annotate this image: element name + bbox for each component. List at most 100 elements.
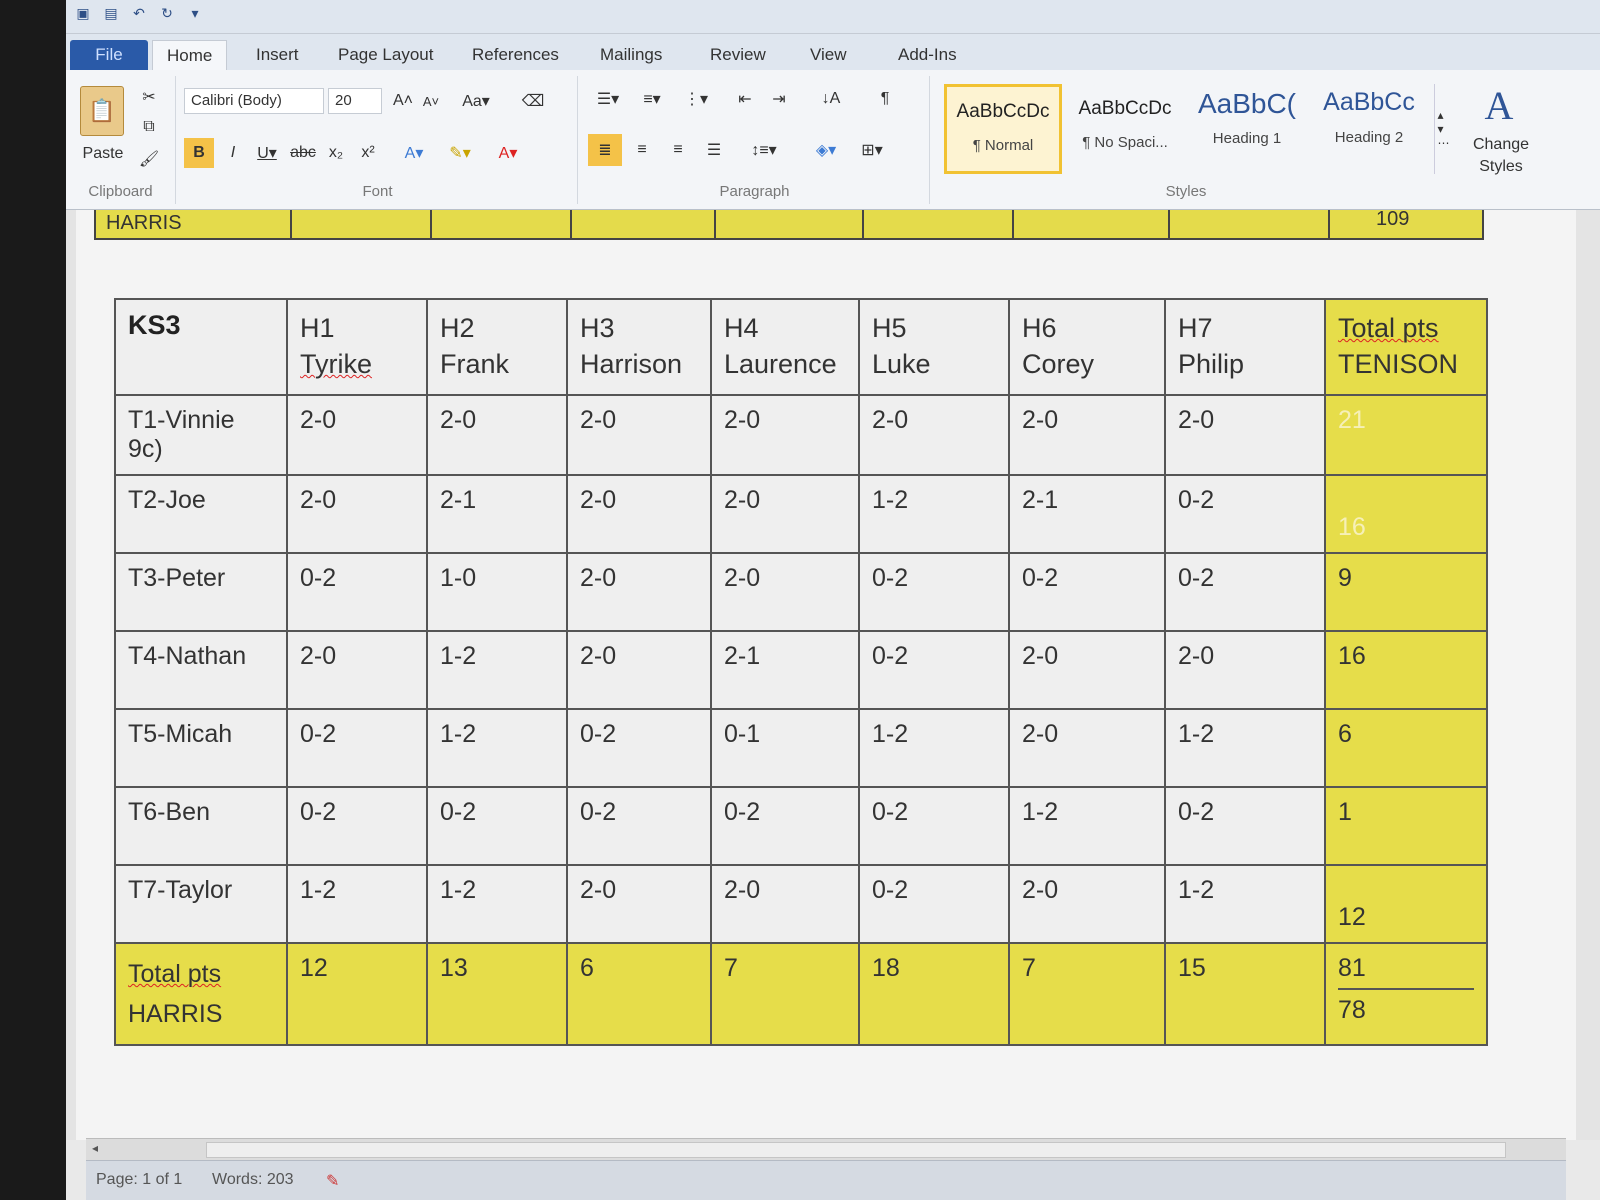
row-total-cell[interactable]: 1: [1324, 786, 1488, 866]
row-total-cell[interactable]: 21: [1324, 394, 1488, 476]
score-cell[interactable]: 0-2: [710, 786, 860, 866]
multilevel-list-icon[interactable]: ⋮▾: [676, 84, 716, 114]
score-cell[interactable]: 2-1: [426, 474, 568, 554]
score-cell[interactable]: 0-2: [858, 630, 1010, 710]
subscript-icon[interactable]: x₂: [322, 138, 350, 168]
shading-icon[interactable]: ◈▾: [806, 134, 846, 166]
score-cell[interactable]: 2-0: [710, 394, 860, 476]
harris-total-cell[interactable]: 13: [426, 942, 568, 1046]
change-styles-label-1[interactable]: Change: [1456, 134, 1546, 156]
tab-file[interactable]: File: [70, 40, 148, 70]
row-total-cell[interactable]: 12: [1324, 864, 1488, 944]
score-cell[interactable]: 2-1: [710, 630, 860, 710]
tab-page-layout[interactable]: Page Layout: [324, 40, 447, 70]
shrink-font-icon[interactable]: A˅: [418, 88, 444, 114]
header-h1[interactable]: H1 Tyrike: [286, 298, 428, 396]
decrease-indent-icon[interactable]: ⇤: [730, 84, 760, 114]
align-left-icon[interactable]: ≣: [588, 134, 622, 166]
harris-total-cell[interactable]: 7: [1008, 942, 1166, 1046]
score-cell[interactable]: 1-2: [858, 708, 1010, 788]
style-no-spacing[interactable]: AaBbCcDc ¶ No Spaci...: [1066, 84, 1184, 174]
score-cell[interactable]: 2-0: [426, 394, 568, 476]
score-cell[interactable]: 0-2: [1008, 552, 1166, 632]
score-cell[interactable]: 2-0: [1008, 394, 1166, 476]
score-cell[interactable]: 2-0: [1164, 630, 1326, 710]
score-cell[interactable]: 2-0: [710, 864, 860, 944]
borders-icon[interactable]: ⊞▾: [852, 134, 892, 166]
score-cell[interactable]: 2-0: [286, 394, 428, 476]
horizontal-scrollbar[interactable]: ◂: [86, 1138, 1566, 1160]
score-cell[interactable]: 0-2: [426, 786, 568, 866]
score-cell[interactable]: 0-2: [858, 786, 1010, 866]
tab-add-ins[interactable]: Add-Ins: [884, 40, 971, 70]
bold-icon[interactable]: B: [184, 138, 214, 168]
change-styles-label-2[interactable]: Styles: [1456, 156, 1546, 178]
table-corner-cell[interactable]: KS3: [114, 298, 288, 396]
document-page[interactable]: HARRIS 109 KS3 H1 Tyrike H2 Frank H3 Harris…: [76, 208, 1576, 1140]
grow-font-icon[interactable]: A˄: [390, 88, 416, 114]
row-label[interactable]: T5-Micah: [114, 708, 288, 788]
score-cell[interactable]: 0-1: [710, 708, 860, 788]
increase-indent-icon[interactable]: ⇥: [764, 84, 794, 114]
score-cell[interactable]: 2-0: [566, 552, 712, 632]
text-effects-icon[interactable]: A▾: [394, 138, 434, 168]
header-h7[interactable]: H7 Philip: [1164, 298, 1326, 396]
tab-mailings[interactable]: Mailings: [586, 40, 676, 70]
superscript-icon[interactable]: x²: [354, 138, 382, 168]
style-heading-1[interactable]: AaBbC( Heading 1: [1188, 84, 1306, 174]
harris-total-cell[interactable]: 18: [858, 942, 1010, 1046]
font-name-select[interactable]: Calibri (Body): [184, 88, 324, 114]
score-cell[interactable]: 0-2: [566, 786, 712, 866]
numbering-icon[interactable]: ≡▾: [632, 84, 672, 114]
score-cell[interactable]: 0-2: [1164, 552, 1326, 632]
font-color-icon[interactable]: A▾: [488, 138, 528, 168]
change-case-icon[interactable]: Aa▾: [458, 88, 494, 114]
score-cell[interactable]: 2-0: [858, 394, 1010, 476]
row-label[interactable]: T7-Taylor: [114, 864, 288, 944]
harris-total-cell[interactable]: 12: [286, 942, 428, 1046]
header-h4[interactable]: H4 Laurence: [710, 298, 860, 396]
proofing-icon[interactable]: ✎: [326, 1171, 339, 1191]
undo-icon[interactable]: ↶: [130, 4, 148, 22]
line-spacing-icon[interactable]: ↕≡▾: [744, 134, 784, 166]
bullets-icon[interactable]: ☰▾: [588, 84, 628, 114]
score-cell[interactable]: 1-2: [426, 708, 568, 788]
tab-references[interactable]: References: [458, 40, 573, 70]
row-total-cell[interactable]: 16: [1324, 474, 1488, 554]
row-total-cell[interactable]: 6: [1324, 708, 1488, 788]
score-cell[interactable]: 2-0: [1164, 394, 1326, 476]
harris-total-cell[interactable]: 7: [710, 942, 860, 1046]
font-size-select[interactable]: 20: [328, 88, 382, 114]
format-painter-icon[interactable]: 🖌: [138, 148, 160, 170]
score-cell[interactable]: 2-1: [1008, 474, 1166, 554]
change-styles-icon[interactable]: A: [1464, 80, 1534, 130]
score-cell[interactable]: 2-0: [1008, 708, 1166, 788]
total-harris-label[interactable]: Total pts HARRIS: [114, 942, 288, 1046]
score-cell[interactable]: 2-0: [566, 474, 712, 554]
score-cell[interactable]: 2-0: [710, 552, 860, 632]
score-cell[interactable]: 1-2: [1164, 864, 1326, 944]
italic-icon[interactable]: I: [220, 138, 246, 168]
header-h2[interactable]: H2 Frank: [426, 298, 568, 396]
score-cell[interactable]: 0-2: [1164, 474, 1326, 554]
score-cell[interactable]: 2-0: [1008, 864, 1166, 944]
scroll-left-icon[interactable]: ◂: [92, 1141, 98, 1155]
harris-total-cell[interactable]: 6: [566, 942, 712, 1046]
score-cell[interactable]: 2-0: [286, 474, 428, 554]
customize-qat-icon[interactable]: ▾: [186, 4, 204, 22]
score-cell[interactable]: 2-0: [710, 474, 860, 554]
score-cell[interactable]: 2-0: [286, 630, 428, 710]
paste-button[interactable]: Paste: [76, 144, 130, 164]
align-right-icon[interactable]: ≡: [662, 134, 694, 166]
strikethrough-icon[interactable]: abc: [288, 138, 318, 168]
score-cell[interactable]: 0-2: [566, 708, 712, 788]
styles-scroll-icon[interactable]: ▴ ▾ ⋯: [1434, 84, 1452, 174]
row-label[interactable]: T6-Ben: [114, 786, 288, 866]
header-h6[interactable]: H6 Corey: [1008, 298, 1166, 396]
score-cell[interactable]: 1-0: [426, 552, 568, 632]
paste-icon[interactable]: 📋: [80, 86, 124, 136]
cut-icon[interactable]: ✂: [138, 86, 160, 108]
score-cell[interactable]: 1-2: [426, 630, 568, 710]
tab-insert[interactable]: Insert: [242, 40, 313, 70]
word-count[interactable]: Words: 203: [212, 1171, 294, 1189]
